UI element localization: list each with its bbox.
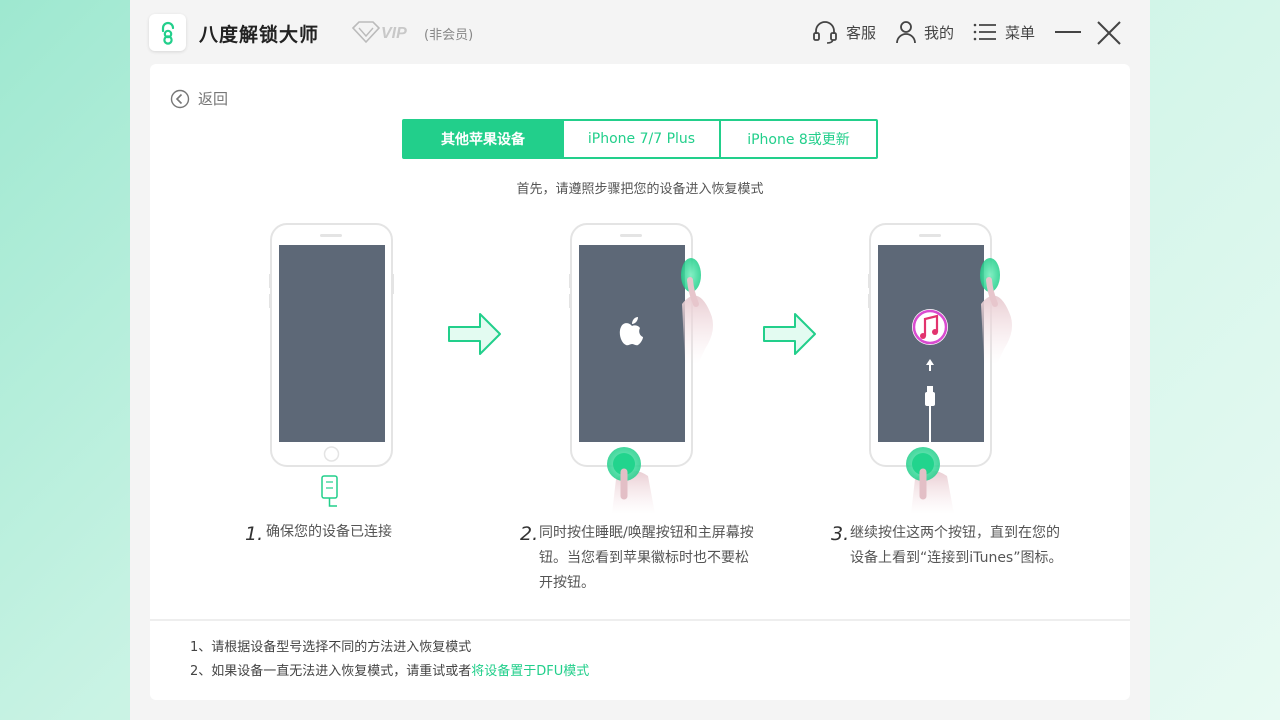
step-text-line: 设备上看到“连接到iTunes”图标。 [850, 550, 1063, 566]
notes-section: 1、请根据设备型号选择不同的方法进入恢复模式 2、如果设备一直无法进入恢复模式，… [190, 636, 589, 684]
divider [150, 619, 1130, 621]
user-icon [896, 21, 916, 44]
app-window: 八度解锁大师 VIP (非会员) 客服 我的 菜单 返回 其他苹果设备 iPho… [130, 0, 1150, 720]
app-title: 八度解锁大师 [199, 24, 320, 46]
steps-illustration [269, 223, 1013, 514]
account-label: 我的 [924, 23, 955, 42]
menu-label: 菜单 [1005, 23, 1036, 42]
back-label: 返回 [198, 90, 229, 108]
arrow-right-icon [448, 313, 501, 355]
arrow-right-icon [763, 313, 816, 355]
dfu-mode-link[interactable]: 将设备置于DFU模式 [471, 664, 589, 679]
step-text-line: 开按钮。 [539, 575, 595, 591]
headset-icon [813, 21, 837, 44]
note-1: 1、请根据设备型号选择不同的方法进入恢复模式 [190, 640, 472, 655]
step-text-line: 同时按住睡眠/唤醒按钮和主屏幕按 [539, 525, 754, 541]
customer-service-label: 客服 [846, 23, 877, 42]
note-2: 2、如果设备一直无法进入恢复模式，请重试或者将设备置于DFU模式 [190, 660, 589, 684]
tab-iphone-8-newer[interactable]: iPhone 8或更新 [719, 121, 876, 157]
side-button-press-indicator [980, 258, 1013, 364]
close-button[interactable] [1096, 20, 1122, 46]
app-logo-icon [149, 14, 186, 51]
side-button-press-indicator [681, 258, 714, 364]
menu-button[interactable]: 菜单 [973, 20, 1035, 44]
lightning-cable-icon [321, 475, 338, 507]
device-tabs: 其他苹果设备 iPhone 7/7 Plus iPhone 8或更新 [402, 119, 878, 159]
minimize-button[interactable] [1055, 22, 1081, 42]
customer-service-button[interactable]: 客服 [812, 20, 876, 44]
step-number: 2. [520, 523, 539, 545]
list-menu-icon [973, 23, 996, 41]
instruction-text: 首先，请遵照步骤把您的设备进入恢复模式 [516, 182, 764, 197]
close-icon [1097, 21, 1121, 45]
tab-other-apple-devices[interactable]: 其他苹果设备 [404, 121, 562, 157]
step-text-line: 确保您的设备已连接 [266, 524, 392, 540]
title-bar: 八度解锁大师 VIP (非会员) 客服 我的 菜单 [130, 0, 1150, 64]
step-3-text: 继续按住这两个按钮，直到在您的 设备上看到“连接到iTunes”图标。 [850, 521, 1062, 571]
note-2-text: 2、如果设备一直无法进入恢复模式，请重试或者 [190, 664, 472, 679]
step-1-text: 确保您的设备已连接 [266, 520, 392, 545]
step-text-line: 继续按住这两个按钮，直到在您的 [850, 525, 1060, 541]
phone-illustration-3 [868, 223, 1013, 514]
step-text-line: 钮。当您看到苹果徽标时也不要松 [539, 550, 749, 566]
main-panel: 返回 其他苹果设备 iPhone 7/7 Plus iPhone 8或更新 首先… [150, 64, 1130, 700]
step-number: 3. [831, 523, 850, 545]
vip-badge[interactable]: VIP [351, 20, 413, 48]
minimize-icon [1055, 31, 1081, 33]
phone-illustration-2 [569, 223, 714, 514]
step-number: 1. [245, 523, 264, 545]
back-button[interactable]: 返回 [170, 88, 228, 109]
membership-status: (非会员) [424, 28, 474, 43]
vip-label: VIP [381, 25, 407, 42]
back-arrow-icon [170, 89, 190, 108]
itunes-icon [912, 309, 948, 345]
step-2-text: 同时按住睡眠/唤醒按钮和主屏幕按 钮。当您看到苹果徽标时也不要松 开按钮。 [539, 521, 754, 596]
tab-iphone-7[interactable]: iPhone 7/7 Plus [562, 121, 719, 157]
account-button[interactable]: 我的 [896, 20, 954, 44]
phone-illustration-1 [269, 223, 394, 507]
